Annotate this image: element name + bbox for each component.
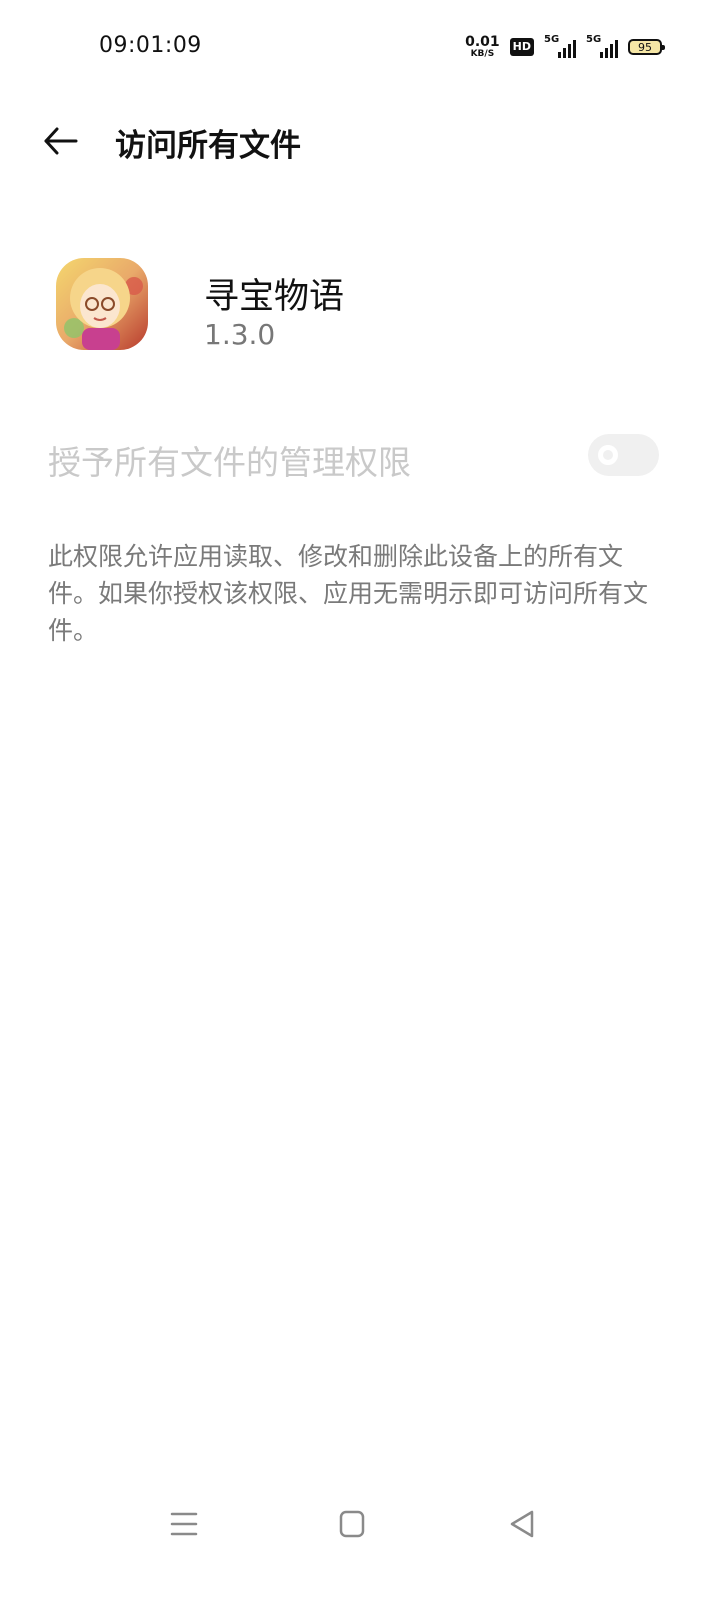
network-speed-indicator: 0.01 KB/S [465,35,500,59]
permission-row[interactable]: 授予所有文件的管理权限 [0,420,720,494]
battery-level: 95 [638,40,652,54]
permission-label: 授予所有文件的管理权限 [48,443,411,482]
home-icon [339,1510,365,1538]
menu-icon [170,1512,198,1536]
app-info: 寻宝物语 1.3.0 [0,250,720,360]
permission-toggle[interactable] [588,434,659,476]
back-triangle-icon [510,1510,534,1538]
home-button[interactable] [332,1504,372,1544]
app-version: 1.3.0 [204,318,276,351]
navigation-bar [0,1480,720,1570]
arrow-left-icon [44,127,78,155]
toggle-knob [598,445,618,465]
app-name: 寻宝物语 [204,277,345,317]
signal-2-label: 5G [586,34,602,45]
signal-1-label: 5G [544,34,560,45]
app-bar: 访问所有文件 [0,100,720,182]
status-icons: 0.01 KB/S HD 5G 5G 95 [465,34,665,60]
back-button[interactable] [40,120,82,162]
signal-icon: 5G [586,34,618,58]
page-title: 访问所有文件 [115,128,301,164]
network-speed-value: 0.01 [465,34,500,50]
app-avatar-icon [56,258,148,350]
status-time: 09:01:09 [99,33,202,58]
status-bar: 09:01:09 0.01 KB/S HD 5G 5G 95 [0,0,720,92]
battery-icon: 95 [628,39,665,55]
menu-button[interactable] [164,1504,204,1544]
hd-icon: HD [509,38,534,56]
signal-icon: 5G [544,34,576,58]
permission-description: 此权限允许应用读取、修改和删除此设备上的所有文件。如果你授权该权限、应用无需明示… [48,542,649,645]
network-speed-unit: KB/S [470,49,495,59]
nav-back-button[interactable] [502,1504,542,1544]
